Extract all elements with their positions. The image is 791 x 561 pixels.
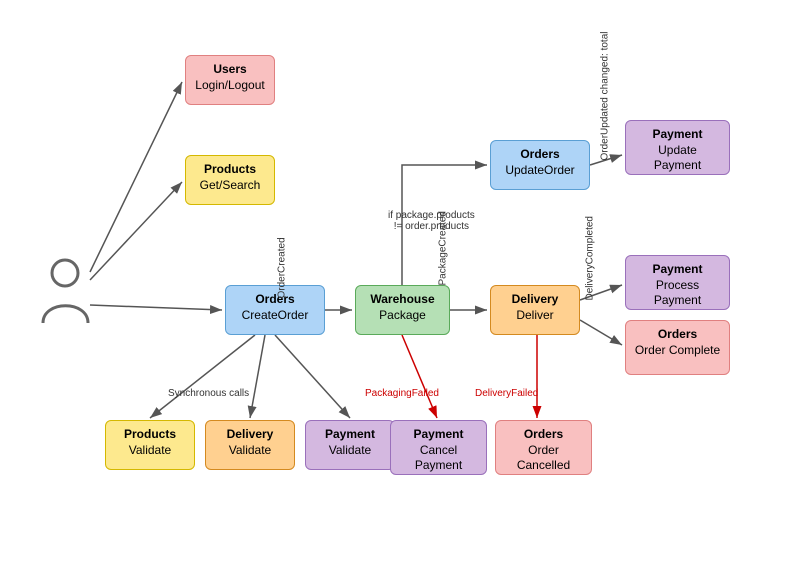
delivery-validate-node: Delivery Validate: [205, 420, 295, 470]
payment-update-subtitle: Update Payment: [634, 143, 721, 174]
payment-validate-subtitle: Validate: [314, 443, 386, 459]
orders-update-title: Orders: [499, 147, 581, 163]
delivery-validate-title: Delivery: [214, 427, 286, 443]
orders-update-node: Orders UpdateOrder: [490, 140, 590, 190]
orders-cancelled-title: Orders: [504, 427, 583, 443]
payment-cancel-title: Payment: [399, 427, 478, 443]
sync-calls-label: Synchronous calls: [168, 388, 249, 399]
orders-cancelled-node: Orders Order Cancelled: [495, 420, 592, 475]
order-created-label: OrderCreated: [277, 237, 288, 298]
delivery-node: Delivery Deliver: [490, 285, 580, 335]
products-validate-subtitle: Validate: [114, 443, 186, 459]
if-package-label: if package.products!= order.products: [388, 210, 475, 232]
payment-process-subtitle: Process Payment: [634, 278, 721, 309]
orders-complete-subtitle: Order Complete: [634, 343, 721, 359]
order-updated-label: OrderUpdated changed: total: [600, 32, 611, 161]
payment-cancel-subtitle: Cancel Payment: [399, 443, 478, 474]
payment-cancel-node: Payment Cancel Payment: [390, 420, 487, 475]
warehouse-title: Warehouse: [364, 292, 441, 308]
orders-complete-title: Orders: [634, 327, 721, 343]
delivery-title: Delivery: [499, 292, 571, 308]
orders-complete-node: Orders Order Complete: [625, 320, 730, 375]
products-top-subtitle: Get/Search: [194, 178, 266, 194]
products-validate-node: Products Validate: [105, 420, 195, 470]
payment-process-title: Payment: [634, 262, 721, 278]
payment-update-title: Payment: [634, 127, 721, 143]
products-top-node: Products Get/Search: [185, 155, 275, 205]
orders-main-title: Orders: [234, 292, 316, 308]
delivery-failed-label: DeliveryFailed: [475, 388, 538, 399]
users-node: Users Login/Logout: [185, 55, 275, 105]
payment-validate-node: Payment Validate: [305, 420, 395, 470]
users-subtitle: Login/Logout: [194, 78, 266, 94]
payment-update-node: Payment Update Payment: [625, 120, 730, 175]
person-icon: [38, 255, 93, 335]
orders-main-subtitle: CreateOrder: [234, 308, 316, 324]
warehouse-subtitle: Package: [364, 308, 441, 324]
delivery-completed-label: DeliveryCompleted: [585, 216, 596, 300]
products-validate-title: Products: [114, 427, 186, 443]
orders-update-subtitle: UpdateOrder: [499, 163, 581, 179]
diagram-container: Users Login/Logout Products Get/Search O…: [0, 0, 791, 561]
packaging-failed-label: PackagingFailed: [365, 388, 439, 399]
delivery-validate-subtitle: Validate: [214, 443, 286, 459]
payment-validate-title: Payment: [314, 427, 386, 443]
orders-main-node: Orders CreateOrder: [225, 285, 325, 335]
products-top-title: Products: [194, 162, 266, 178]
users-title: Users: [194, 62, 266, 78]
delivery-subtitle: Deliver: [499, 308, 571, 324]
orders-cancelled-subtitle: Order Cancelled: [504, 443, 583, 474]
payment-process-node: Payment Process Payment: [625, 255, 730, 310]
warehouse-node: Warehouse Package: [355, 285, 450, 335]
